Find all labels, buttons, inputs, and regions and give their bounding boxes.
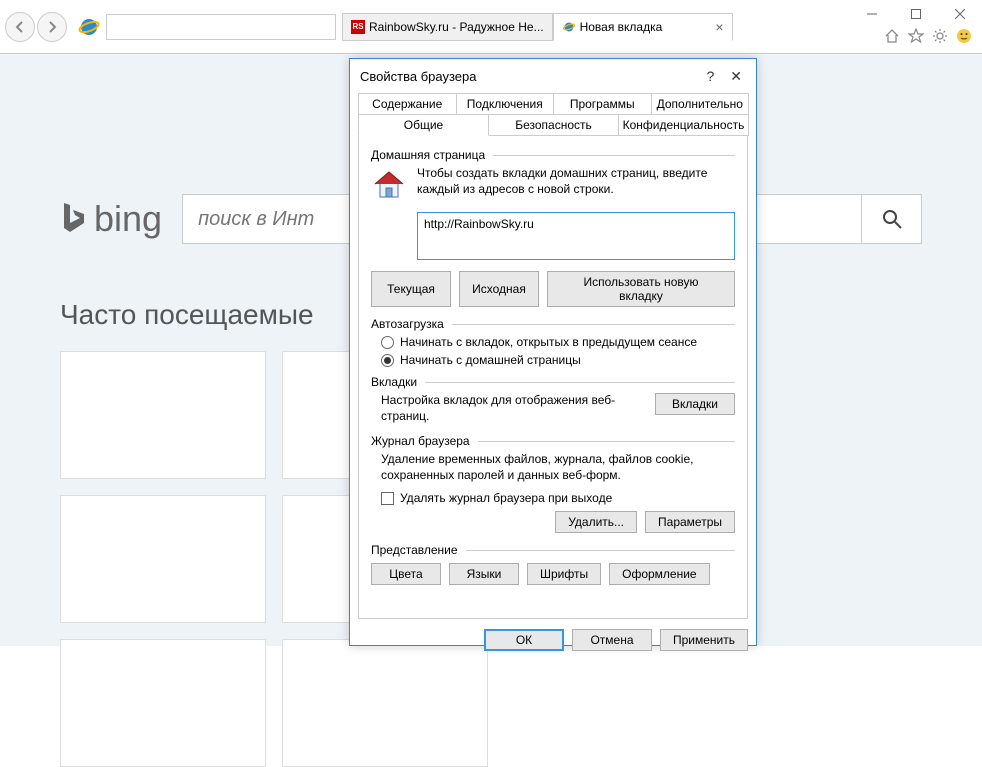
window-controls [850, 0, 982, 28]
tile[interactable] [60, 639, 266, 767]
bing-logo-text: bing [94, 198, 162, 240]
forward-button[interactable] [37, 12, 67, 42]
tab-general[interactable]: Общие [358, 114, 489, 136]
tabs-settings-button[interactable]: Вкладки [655, 393, 735, 415]
delete-on-exit-checkbox[interactable]: Удалять журнал браузера при выходе [381, 491, 735, 505]
radio-icon [381, 354, 394, 367]
dialog-body: Домашняя страница Чтобы создать вкладки … [358, 135, 748, 619]
tab-newtab[interactable]: Новая вкладка × [553, 13, 733, 41]
tabs-desc: Настройка вкладок для отображения веб-ст… [381, 393, 621, 424]
presentation-legend: Представление [371, 543, 735, 557]
colors-button[interactable]: Цвета [371, 563, 441, 585]
tile[interactable] [60, 351, 266, 479]
radio-label: Начинать с вкладок, открытых в предыдуще… [400, 335, 697, 349]
ie-favicon-icon [562, 20, 576, 34]
fonts-button[interactable]: Шрифты [527, 563, 601, 585]
tab-programs[interactable]: Программы [553, 93, 652, 115]
radio-icon [381, 336, 394, 349]
star-icon[interactable] [908, 28, 924, 44]
checkbox-icon [381, 492, 394, 505]
checkbox-label: Удалять журнал браузера при выходе [400, 491, 612, 505]
radio-previous-session[interactable]: Начинать с вкладок, открытых в предыдуще… [381, 335, 735, 349]
back-button[interactable] [5, 12, 35, 42]
apply-button[interactable]: Применить [660, 629, 748, 651]
tile[interactable] [60, 495, 266, 623]
dialog-tabs-row1: Содержание Подключения Программы Дополни… [358, 93, 748, 115]
ok-button[interactable]: ОК [484, 629, 564, 651]
tab-advanced[interactable]: Дополнительно [651, 93, 750, 115]
tab-rainbowsky[interactable]: RS RainbowSky.ru - Радужное Не... [342, 13, 553, 41]
tab-content[interactable]: Содержание [358, 93, 457, 115]
radio-label: Начинать с домашней страницы [400, 353, 581, 367]
bing-logo-icon [60, 201, 88, 237]
dialog-close-button[interactable]: ✕ [730, 68, 742, 85]
languages-button[interactable]: Языки [449, 563, 519, 585]
toolbar-icons [884, 28, 982, 44]
accessibility-button[interactable]: Оформление [609, 563, 709, 585]
dialog-titlebar: Свойства браузера ? ✕ [350, 59, 756, 93]
search-icon [881, 208, 903, 230]
search-button[interactable] [861, 195, 921, 243]
browser-chrome: RS RainbowSky.ru - Радужное Не... Новая … [0, 0, 982, 54]
smiley-icon[interactable] [956, 28, 972, 44]
tab-label: Новая вкладка [580, 20, 663, 34]
cancel-button[interactable]: Отмена [572, 629, 652, 651]
home-icon [371, 166, 407, 202]
maximize-button[interactable] [894, 0, 938, 28]
close-icon[interactable]: × [715, 19, 723, 35]
close-window-button[interactable] [938, 0, 982, 28]
dialog-title: Свойства браузера [360, 69, 476, 84]
tab-privacy[interactable]: Конфиденциальность [618, 114, 749, 136]
use-current-button[interactable]: Текущая [371, 271, 451, 307]
address-bar[interactable] [106, 14, 336, 40]
homepage-legend: Домашняя страница [371, 148, 735, 162]
homepage-url-input[interactable]: http://RainbowSky.ru [417, 212, 735, 260]
delete-history-button[interactable]: Удалить... [555, 511, 637, 533]
startup-legend: Автозагрузка [371, 317, 735, 331]
ie-icon [78, 16, 100, 38]
history-desc: Удаление временных файлов, журнала, файл… [381, 452, 735, 483]
homepage-desc: Чтобы создать вкладки домашних страниц, … [417, 166, 735, 202]
radio-homepage[interactable]: Начинать с домашней страницы [381, 353, 735, 367]
dialog-footer: ОК Отмена Применить [350, 619, 756, 661]
tab-strip: RS RainbowSky.ru - Радужное Не... Новая … [342, 13, 733, 41]
dialog-tabs-row2: Общие Безопасность Конфиденциальность [358, 114, 748, 136]
tabs-legend: Вкладки [371, 375, 735, 389]
minimize-button[interactable] [850, 0, 894, 28]
tab-label: RainbowSky.ru - Радужное Не... [369, 20, 544, 34]
tab-security[interactable]: Безопасность [488, 114, 619, 136]
gear-icon[interactable] [932, 28, 948, 44]
nav-buttons [0, 12, 72, 42]
favicon-icon: RS [351, 20, 365, 34]
use-default-button[interactable]: Исходная [459, 271, 539, 307]
use-newtab-button[interactable]: Использовать новую вкладку [547, 271, 735, 307]
help-button[interactable]: ? [706, 68, 714, 85]
tab-connections[interactable]: Подключения [456, 93, 555, 115]
home-icon[interactable] [884, 28, 900, 44]
internet-options-dialog: Свойства браузера ? ✕ Содержание Подключ… [349, 58, 757, 646]
history-legend: Журнал браузера [371, 434, 735, 448]
history-settings-button[interactable]: Параметры [645, 511, 735, 533]
bing-logo: bing [60, 198, 162, 240]
